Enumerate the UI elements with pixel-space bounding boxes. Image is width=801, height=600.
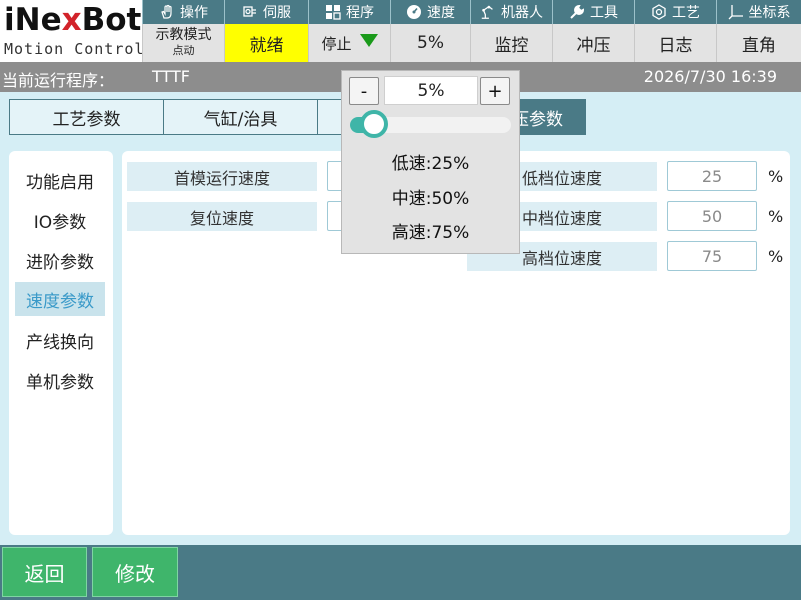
ready-status: 就绪 [224,24,308,62]
run-state-button[interactable]: 停止 [308,24,390,62]
gauge-icon [406,4,422,20]
low-gear-unit: % [768,167,784,186]
tab-program[interactable]: 程序 [308,0,390,24]
axis-icon [728,4,744,20]
tab-cylinder-fixture[interactable]: 气缸/治具 [163,99,318,135]
tab-process-params[interactable]: 工艺参数 [9,99,164,135]
preset-mid-speed[interactable]: 中速:50% [341,181,520,211]
brand-subtitle: Motion Control [4,40,145,58]
mode-indicator[interactable]: 示教模式 点动 [142,24,224,62]
speed-decrease-button[interactable]: - [349,77,379,105]
preset-low-speed[interactable]: 低速:25% [341,146,520,176]
edit-button[interactable]: 修改 [92,547,178,597]
nav-line-reverse[interactable]: 产线换向 [15,323,105,357]
robot-arm-icon [480,4,496,20]
brand-name: iNexBot [4,2,142,38]
hand-icon [159,4,175,20]
speed-button[interactable]: 5% [390,24,470,62]
servo-icon [242,4,258,20]
grid-icon [325,4,341,20]
high-gear-speed-input[interactable]: 75 [667,241,757,271]
mid-gear-unit: % [768,207,784,226]
wrench-icon [569,4,585,20]
tab-servo[interactable]: 伺服 [224,0,308,24]
tab-speed[interactable]: 速度 [390,0,470,24]
nav-function-enable[interactable]: 功能启用 [15,163,105,197]
stamping-button[interactable]: 冲压 [552,24,634,62]
high-gear-unit: % [768,247,784,266]
tab-tool[interactable]: 工具 [552,0,634,24]
log-button[interactable]: 日志 [634,24,716,62]
nav-advanced-params[interactable]: 进阶参数 [15,243,105,277]
first-mold-speed-label: 首模运行速度 [127,162,317,191]
nav-io-params[interactable]: IO参数 [15,203,105,237]
low-gear-speed-input[interactable]: 25 [667,161,757,191]
back-button[interactable]: 返回 [2,547,87,597]
logo: iNexBot Motion Control [0,0,145,62]
tab-robot[interactable]: 机器人 [470,0,552,24]
monitor-button[interactable]: 监控 [470,24,552,62]
speed-increase-button[interactable]: + [480,77,510,105]
nav-speed-params[interactable]: 速度参数 [15,282,105,316]
current-program-label: 当前运行程序： [2,71,115,90]
preset-high-speed[interactable]: 高速:75% [341,215,520,245]
triangle-down-icon [359,34,378,52]
mid-gear-speed-input[interactable]: 50 [667,201,757,231]
process-icon [651,4,667,20]
reset-speed-label: 复位速度 [127,202,317,231]
current-program-name: TTTF [152,67,190,86]
datetime: 2026/7/30 16:39 [643,67,777,86]
nav-standalone-params[interactable]: 单机参数 [15,363,105,397]
tab-process[interactable]: 工艺 [634,0,716,24]
coordinate-mode-button[interactable]: 直角 [716,24,801,62]
tab-operation[interactable]: 操作 [142,0,224,24]
tab-coordinate[interactable]: 坐标系 [716,0,801,24]
speed-value-field[interactable]: 5% [384,76,478,105]
